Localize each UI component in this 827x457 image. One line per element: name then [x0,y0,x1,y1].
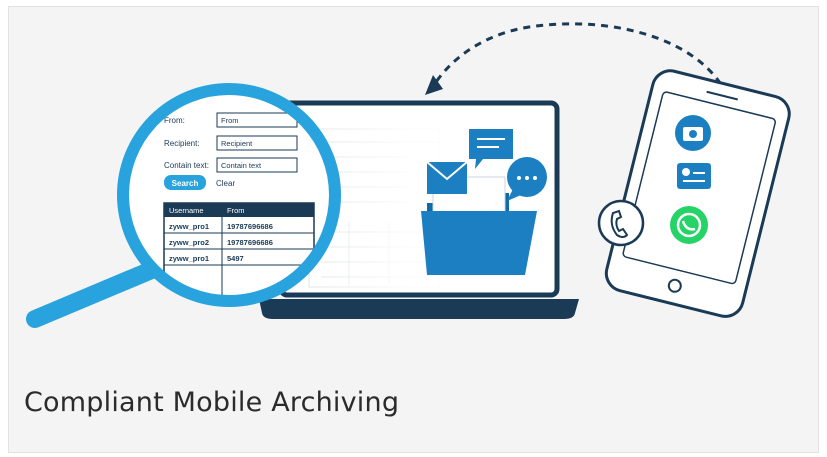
table-cell: 19787696686 [227,222,273,231]
table-row: zyww_pro2 [169,238,209,247]
camera-icon [675,115,711,151]
magnifier-icon [26,260,163,328]
search-button-label: Search [172,179,199,188]
table-cell: 5497 [227,254,244,263]
card-title[interactable]: Compliant Mobile Archiving [24,387,399,418]
messages-icon [677,163,711,189]
from-label: From: [164,116,185,125]
recipient-label: Recipient: [164,139,200,148]
phone-call-icon [597,199,645,247]
table-row: zyww_pro1 [169,222,209,231]
feature-card[interactable]: From: From Recipient: Recipient Contain … [8,6,819,453]
recipient-placeholder: Recipient [221,139,253,148]
mobile-archiving-illustration: From: From Recipient: Recipient Contain … [26,22,791,328]
envelope-icon [426,161,468,194]
table-row: zyww_pro1 [169,254,209,263]
from-placeholder: From [221,116,239,125]
clear-link[interactable]: Clear [216,179,235,188]
table-header-username: Username [169,206,204,215]
contain-text-label: Contain text: [164,161,209,170]
whatsapp-icon [670,206,708,244]
contain-text-placeholder: Contain text [221,161,262,170]
table-cell: 19787696686 [227,238,273,247]
table-header-from: From [227,206,245,215]
phone-icon [604,69,791,318]
